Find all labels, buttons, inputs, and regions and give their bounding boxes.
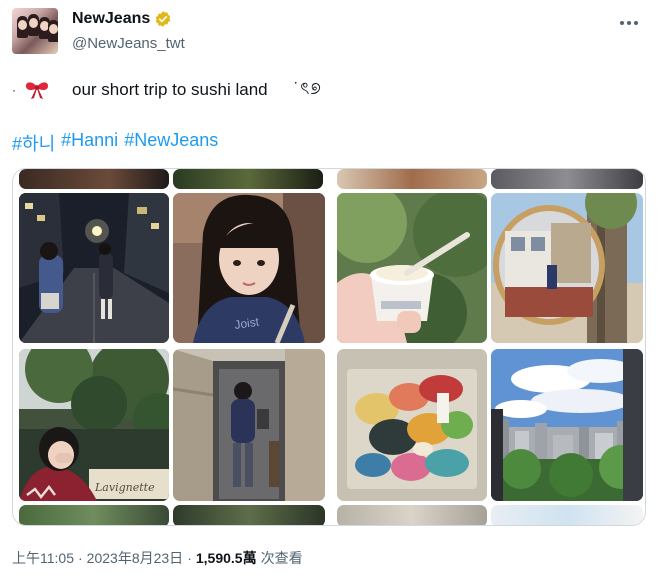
hashtag-hanni[interactable]: #Hanni (61, 130, 118, 156)
partial-photo-bottom-right (337, 505, 487, 525)
hashtag-list: #하니 #Hanni #NewJeans (12, 130, 218, 156)
tweet-body: our short trip to sushi land (72, 80, 268, 99)
decorative-glyphs: ˙ৎ୭ (293, 79, 322, 98)
hashtag-hanni-korean[interactable]: #하니 (12, 130, 55, 156)
partial-photo-bottom-right-2 (491, 505, 643, 525)
media-collage[interactable]: Joist Lavignette (12, 168, 646, 526)
tweet-time[interactable]: 上午11:05 (12, 548, 74, 568)
hashtag-newjeans[interactable]: #NewJeans (124, 130, 218, 156)
ice-cream-cup-photo[interactable] (337, 193, 487, 343)
tweet-meta: 上午11:05 · 2023年8月23日 · 1,590.5萬 次查看 (12, 548, 303, 568)
girl-under-trees-photo[interactable]: Lavignette (19, 349, 169, 501)
collage-left-column: Joist Lavignette (13, 169, 329, 525)
tweet-text: · our short trip to sushi land ˙ৎ୭ (12, 76, 322, 104)
partial-photo-top-right (337, 169, 487, 189)
author-handle[interactable]: @NewJeans_twt (72, 35, 185, 52)
more-options-icon[interactable] (618, 12, 640, 34)
views-count: 1,590.5萬 (195, 550, 257, 566)
collage-right-column (333, 169, 645, 525)
ribbon-bow-icon (26, 82, 48, 99)
selfie-photo[interactable]: Joist (173, 193, 325, 343)
partial-photo-bottom-left (19, 505, 169, 525)
avatar[interactable] (12, 8, 58, 54)
views-label: 次查看 (260, 550, 303, 566)
paint-palette-photo[interactable] (337, 349, 487, 501)
night-street-photo[interactable] (19, 193, 169, 343)
author-name-row[interactable]: NewJeans (72, 10, 172, 28)
partial-photo-bottom-left-2 (173, 505, 325, 525)
partial-photo-top-right-2 (491, 169, 643, 189)
meta-separator: · (187, 550, 192, 566)
tweet-date[interactable]: 2023年8月23日 (87, 548, 184, 568)
round-mirror-photo[interactable] (491, 193, 643, 343)
signboard-text: Lavignette (94, 481, 155, 494)
partial-photo-top-left (19, 169, 169, 189)
lead-dot: · (12, 83, 16, 97)
hallway-mirror-photo[interactable] (173, 349, 325, 501)
city-view-photo[interactable] (491, 349, 643, 501)
author-name[interactable]: NewJeans (72, 10, 150, 28)
partial-photo-top-left-2 (173, 169, 323, 189)
meta-separator: · (78, 550, 83, 566)
verified-badge-icon (156, 11, 171, 27)
